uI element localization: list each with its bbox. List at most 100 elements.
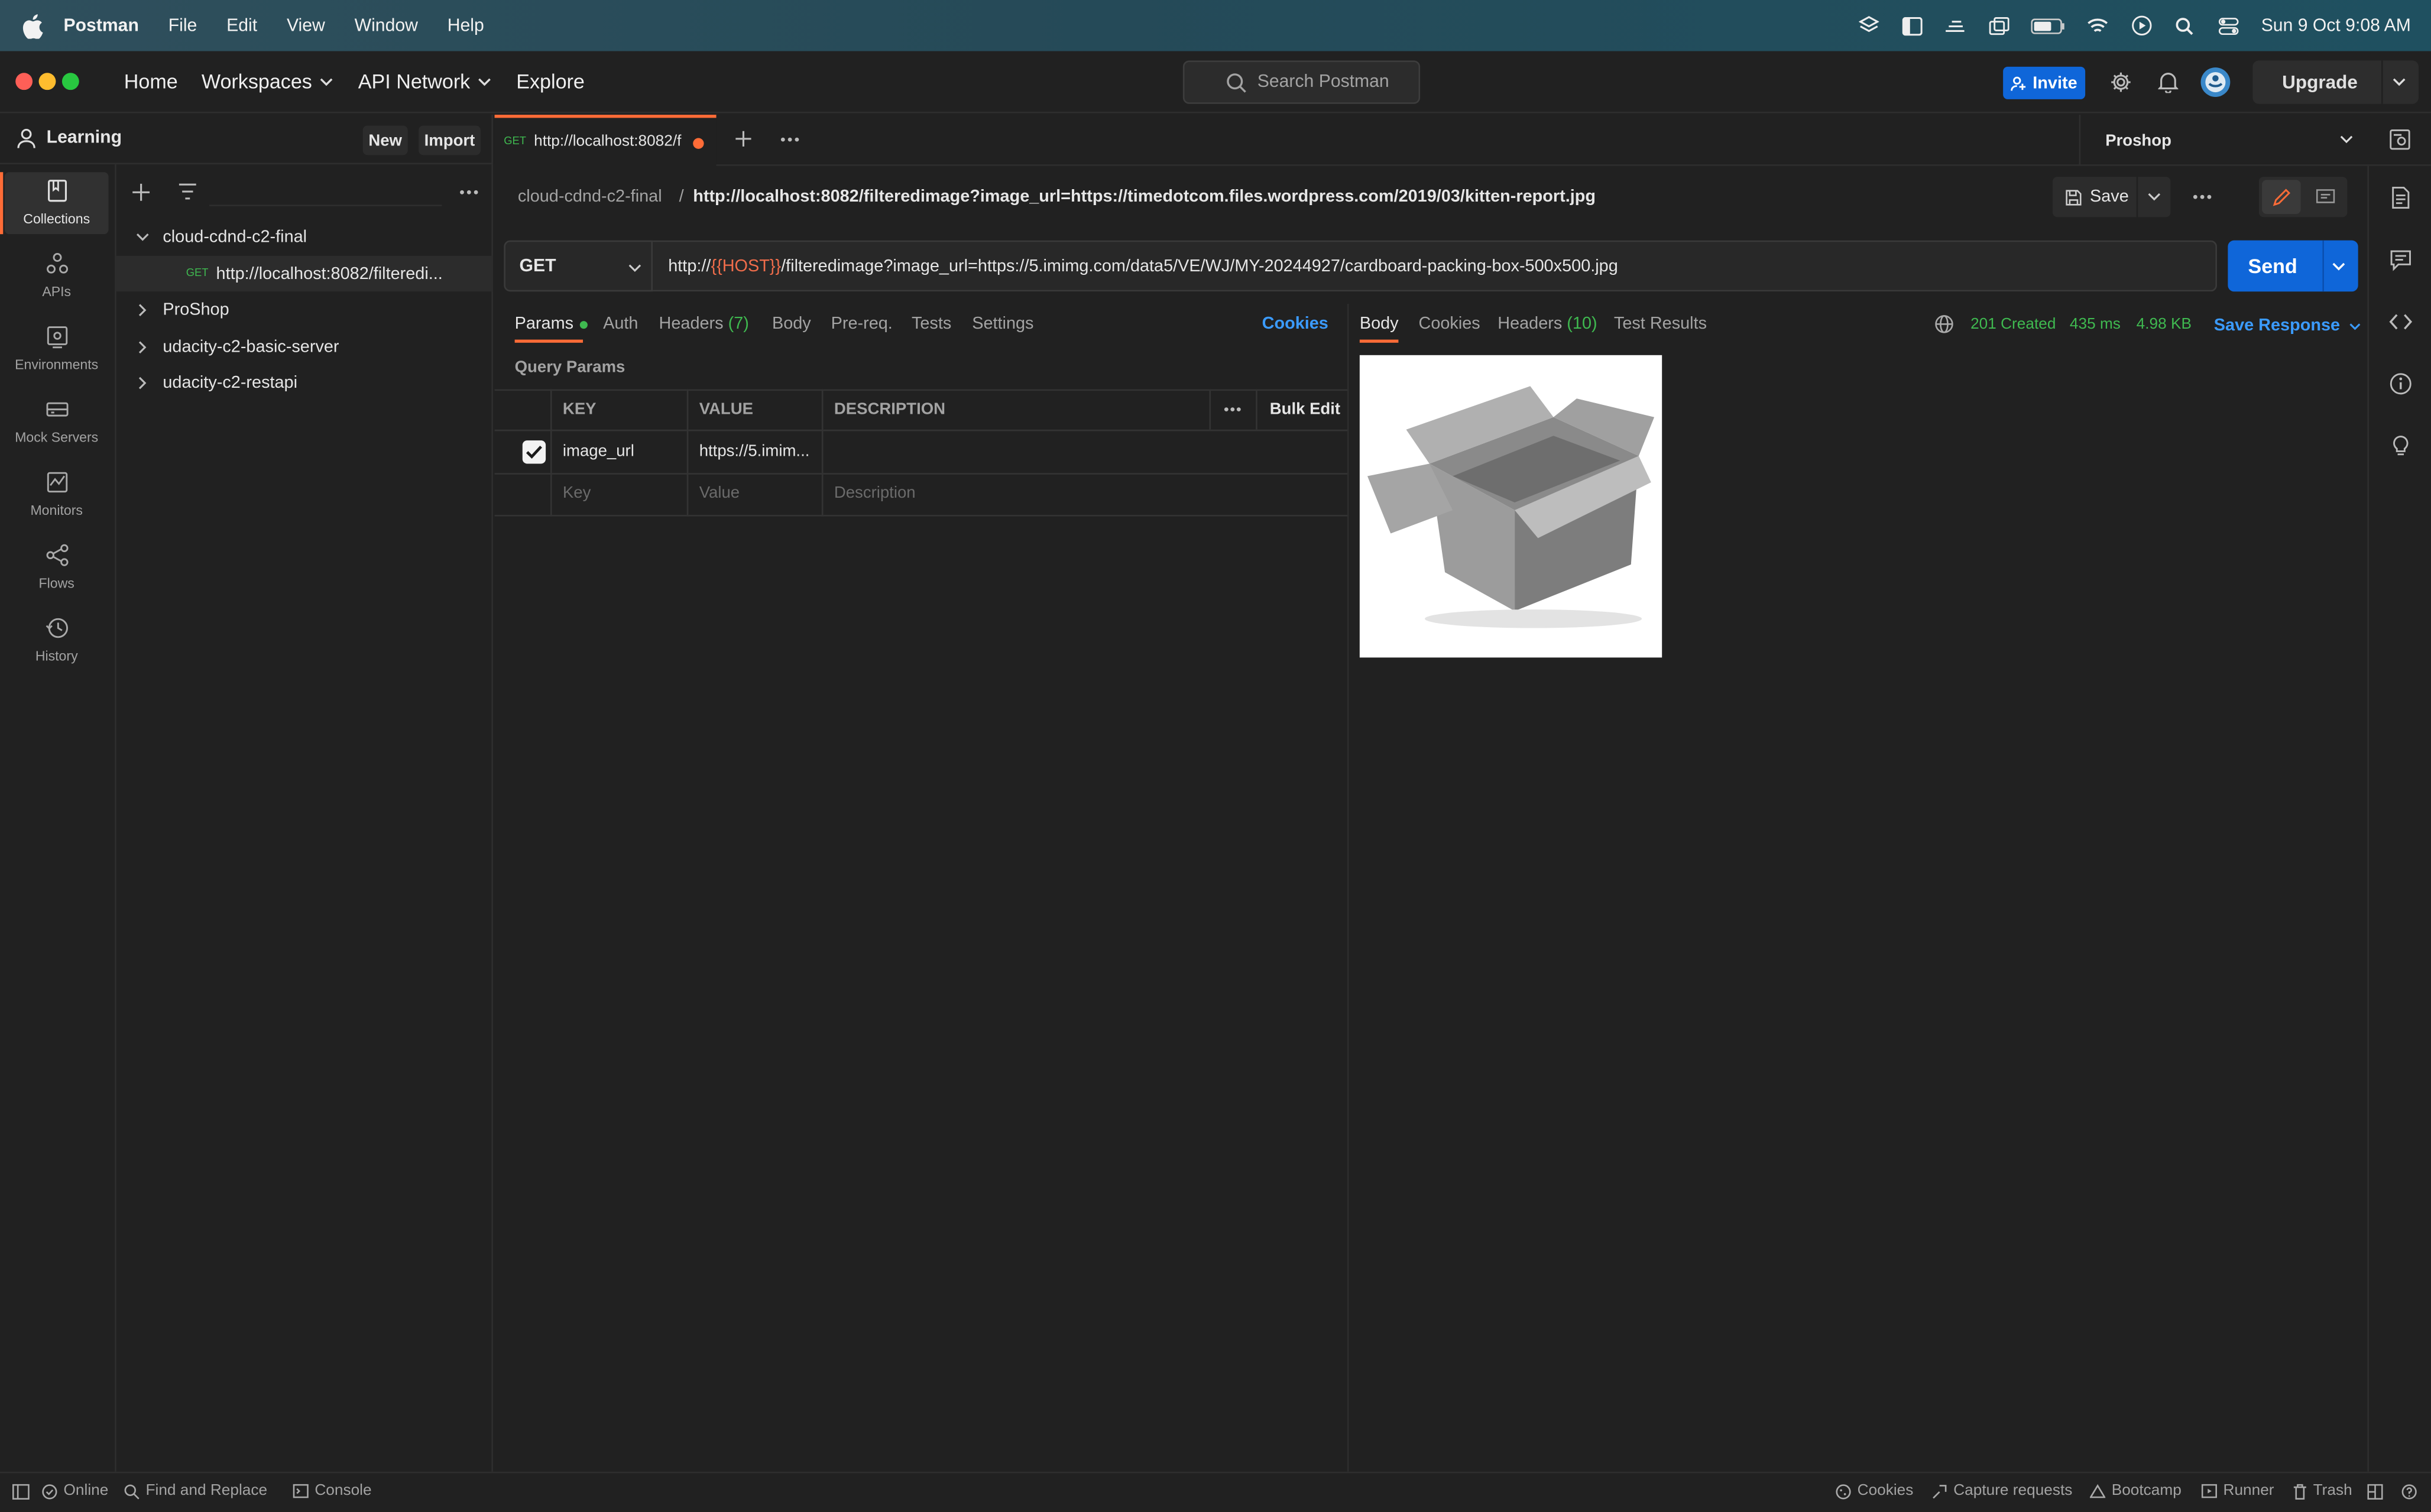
new-param-description-input[interactable]: Description [834,484,916,502]
online-status[interactable]: Online [42,1482,108,1500]
upgrade-button[interactable]: Upgrade [2252,60,2419,104]
response-tab-test-results[interactable]: Test Results [1614,315,1707,333]
console-button[interactable]: Console [293,1482,372,1500]
page-title[interactable]: http://localhost:8082/filteredimage?imag… [693,187,1596,206]
runner-button[interactable]: Runner [2201,1482,2274,1500]
cookies-button[interactable]: Cookies [1836,1482,1913,1500]
param-value[interactable]: https://5.imim... [699,442,810,460]
bulk-edit-button[interactable]: Bulk Edit [1270,400,1340,418]
lightbulb-icon[interactable] [2389,434,2412,458]
tree-collection-udacity-c2-restapi[interactable]: udacity-c2-restapi [116,365,493,400]
window-close-button[interactable] [15,73,33,90]
save-options-button[interactable] [2138,177,2171,218]
edit-mode-button[interactable] [2262,180,2301,215]
save-button[interactable]: Save [2053,177,2137,218]
wifi-icon[interactable] [2088,15,2109,37]
nav-explore[interactable]: Explore [516,70,585,93]
windows-status-icon[interactable] [1988,15,2010,37]
chevron-down-icon[interactable] [2392,77,2406,87]
sidebar-status-icon[interactable] [1901,15,1923,37]
tab-settings[interactable]: Settings [972,315,1033,333]
param-checkbox[interactable] [522,440,546,464]
menu-view[interactable]: View [287,17,325,35]
play-status-icon[interactable] [2131,15,2153,37]
new-param-value-input[interactable]: Value [699,484,740,502]
chevron-down-icon[interactable] [2332,262,2346,271]
bootcamp-button[interactable]: Bootcamp [2089,1482,2182,1500]
weather-status-icon[interactable] [1945,15,1967,37]
tab-tests[interactable]: Tests [912,315,951,333]
sidebar-item-collections[interactable]: Collections [0,172,109,235]
new-button[interactable]: New [362,125,408,155]
request-tab[interactable]: GET http://localhost:8082/f [494,115,717,166]
environment-quick-look-icon[interactable] [2389,129,2411,151]
pane-divider[interactable] [1347,304,1349,1472]
tree-collection-proshop[interactable]: ProShop [116,291,493,327]
code-icon[interactable] [2389,310,2413,333]
sidebar-item-history[interactable]: History [5,609,109,671]
toggle-sidebar-icon[interactable] [12,1484,30,1500]
tree-collection-udacity-c2-basic-server[interactable]: udacity-c2-basic-server [116,329,493,364]
avatar[interactable] [2200,67,2231,98]
invite-button[interactable]: Invite [2003,66,2086,99]
environment-selector[interactable]: Proshop [2079,115,2368,166]
tab-more-icon[interactable] [780,137,800,142]
comments-icon[interactable] [2389,248,2412,271]
param-key[interactable]: image_url [563,442,634,460]
global-search-input[interactable]: Search Postman [1182,60,1421,104]
save-response-button[interactable]: Save Response [2214,316,2362,335]
documentation-icon[interactable] [2389,186,2412,209]
apple-icon[interactable] [22,13,44,38]
window-zoom-button[interactable] [61,73,79,90]
capture-requests-button[interactable]: Capture requests [1932,1482,2072,1500]
spotlight-search-icon[interactable] [2174,15,2196,37]
response-tab-headers[interactable]: Headers (10) [1498,315,1597,333]
sidebar-item-mock-servers[interactable]: Mock Servers [5,391,109,453]
http-method-select[interactable]: GET [504,240,653,292]
status-badge[interactable]: 201 Created [1970,316,2056,333]
sidebar-item-flows[interactable]: Flows [5,537,109,599]
settings-gear-icon[interactable] [2110,72,2132,93]
breadcrumb-collection[interactable]: cloud-cdnd-c2-final [518,187,662,206]
new-tab-icon[interactable] [735,130,752,147]
new-param-key-input[interactable]: Key [563,484,591,502]
notifications-bell-icon[interactable] [2158,72,2179,93]
request-more-icon[interactable] [2192,194,2212,200]
find-and-replace-button[interactable]: Find and Replace [124,1482,267,1500]
menubar-app-name[interactable]: Postman [64,17,139,35]
tree-request-item[interactable]: GET http://localhost:8082/filteredi... [116,255,493,292]
two-pane-icon[interactable] [2367,1484,2383,1500]
menu-edit[interactable]: Edit [226,17,257,35]
nav-home[interactable]: Home [124,70,178,93]
url-input[interactable]: http://{{HOST}}/filteredimage?image_url=… [653,240,2218,292]
response-size[interactable]: 4.98 KB [2137,316,2192,333]
tab-headers[interactable]: Headers (7) [659,315,749,333]
more-options-icon[interactable] [459,189,479,195]
tab-auth[interactable]: Auth [603,315,638,333]
tree-collection-cloud-cdnd-c2-final[interactable]: cloud-cdnd-c2-final [116,219,493,254]
comment-mode-button[interactable] [2306,180,2345,214]
nav-api-network[interactable]: API Network [358,70,492,93]
cookies-link[interactable]: Cookies [1262,315,1328,333]
add-icon[interactable] [132,183,150,202]
battery-icon[interactable] [2031,15,2066,37]
table-more-icon[interactable] [1223,406,1242,412]
nav-workspaces[interactable]: Workspaces [202,70,334,93]
response-tab-body[interactable]: Body [1360,315,1399,333]
response-time[interactable]: 435 ms [2070,316,2121,333]
sidebar-item-apis[interactable]: APIs [5,245,109,307]
tab-params[interactable]: Params [515,315,588,333]
menu-help[interactable]: Help [448,17,484,35]
sidebar-item-environments[interactable]: Environments [5,318,109,380]
info-icon[interactable] [2389,372,2412,395]
menu-window[interactable]: Window [355,17,418,35]
menu-file[interactable]: File [168,17,197,35]
trash-button[interactable]: Trash [2293,1482,2352,1500]
help-icon[interactable] [2401,1484,2417,1500]
tab-pre-request[interactable]: Pre-req. [831,315,893,333]
globe-icon[interactable] [1935,315,1953,333]
window-minimize-button[interactable] [38,73,56,90]
import-button[interactable]: Import [419,125,481,155]
filter-icon[interactable] [179,183,197,200]
layers-status-icon[interactable] [1858,15,1880,37]
